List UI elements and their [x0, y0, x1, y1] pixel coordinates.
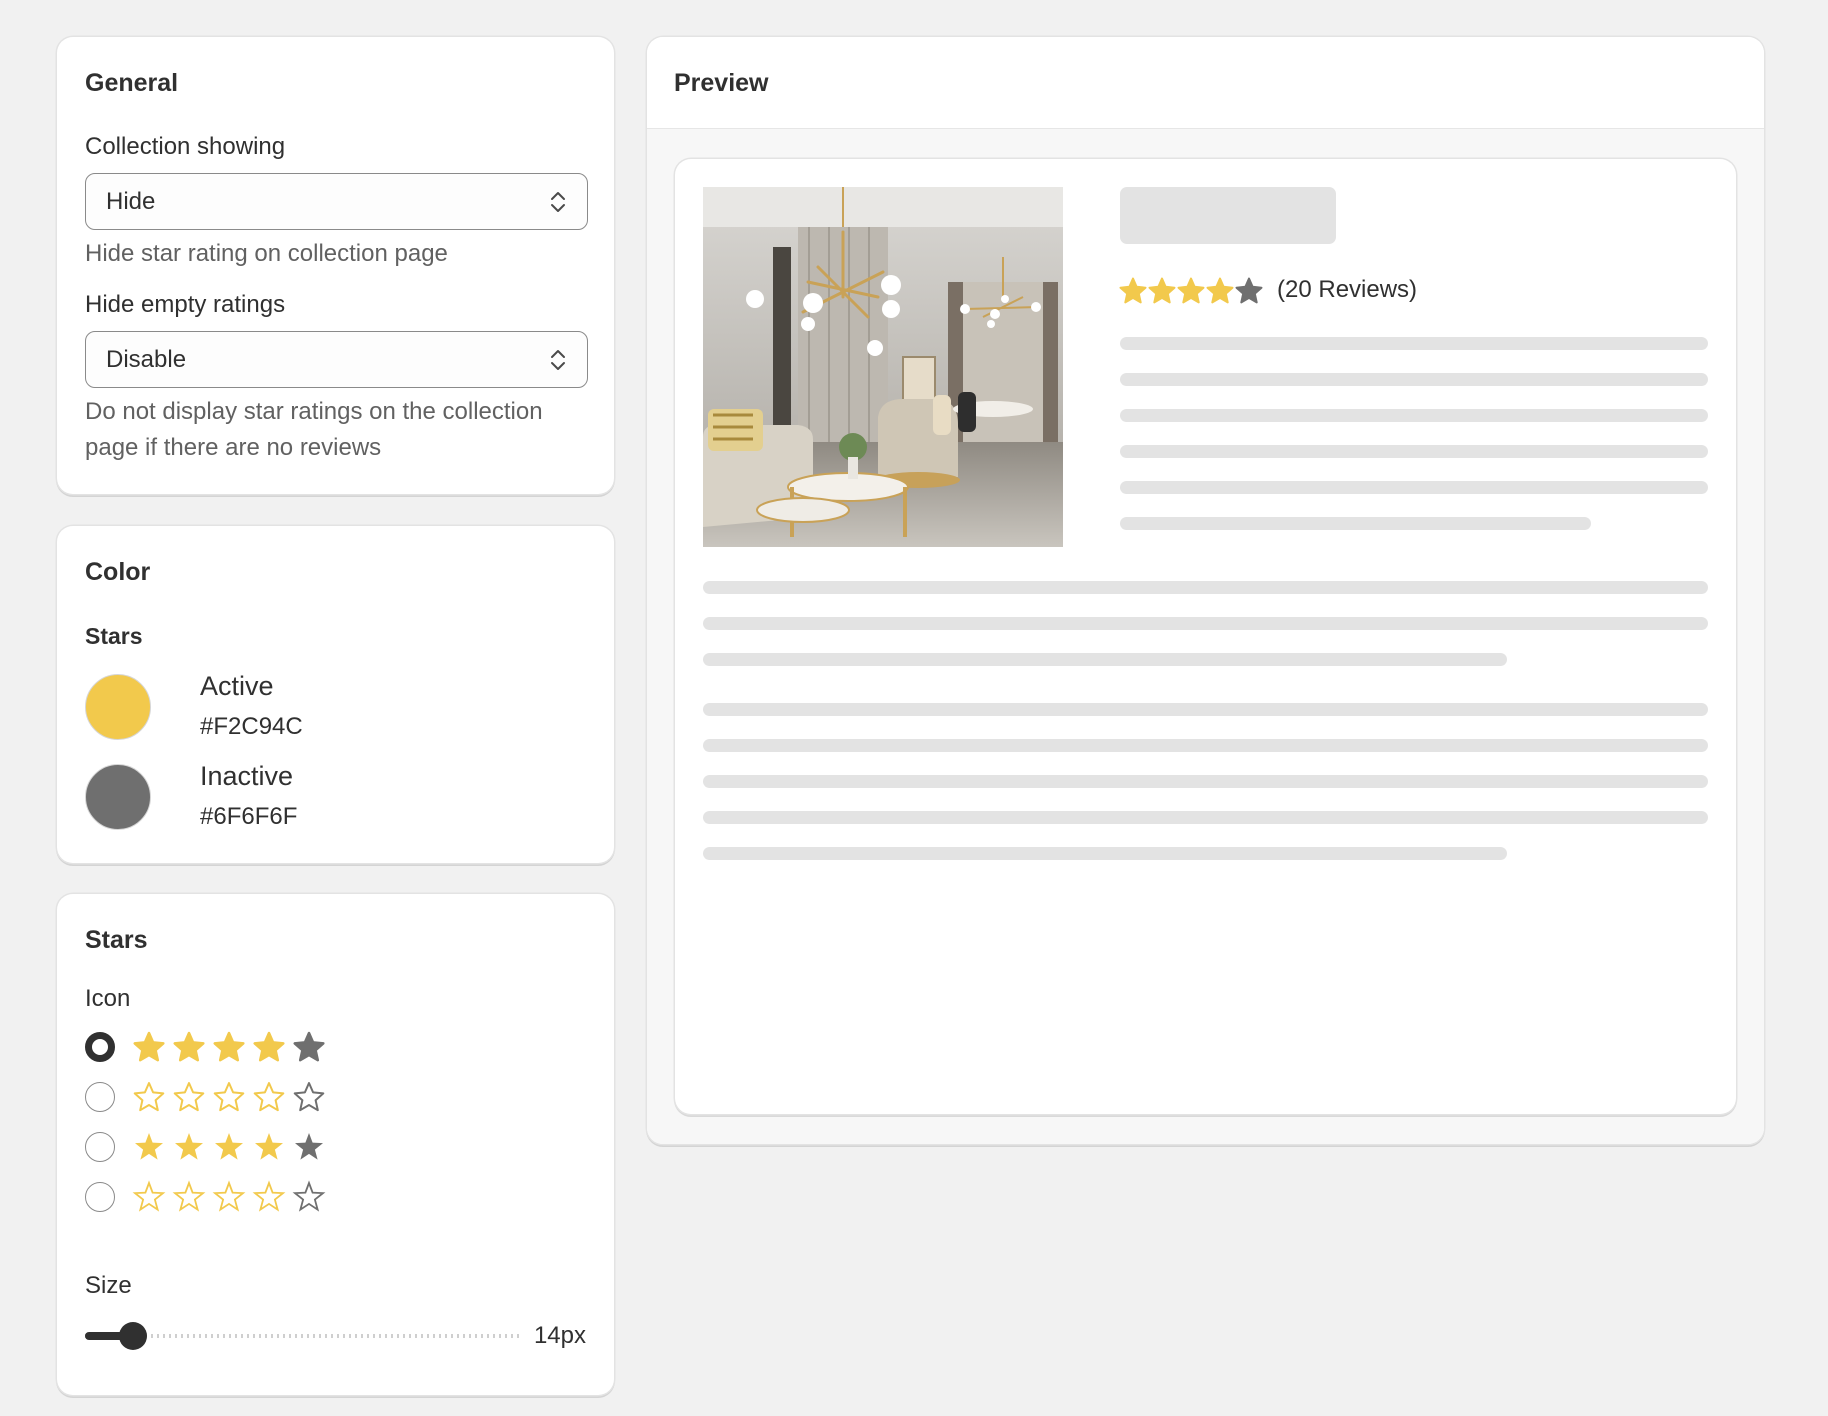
color-stars-label: Stars — [85, 623, 143, 649]
text-placeholder — [703, 775, 1708, 788]
preview-product-card: (20 Reviews) — [675, 159, 1736, 1114]
stars-card: Stars Icon Size 14px — [57, 894, 614, 1395]
radio-button[interactable] — [85, 1182, 115, 1212]
preview-rating-stars — [1119, 277, 1263, 304]
star-outline-icon — [212, 1180, 246, 1212]
text-placeholder — [703, 739, 1708, 752]
select-chevron-icon — [551, 192, 565, 212]
size-slider[interactable] — [85, 1321, 521, 1351]
star-icon — [1177, 277, 1205, 304]
color-card: Color Stars Active #F2C94C Inactive #6F6… — [57, 526, 614, 863]
size-value: 14px — [533, 1322, 586, 1349]
star-icon — [253, 1031, 285, 1062]
text-placeholder — [1120, 481, 1708, 494]
star-outline-icon — [173, 1082, 205, 1112]
text-placeholder — [703, 811, 1708, 824]
icon-option-rounded-outline[interactable] — [85, 1080, 365, 1116]
star-outline-icon — [252, 1180, 286, 1212]
preview-card: Preview (20 Reviews) — [647, 37, 1764, 1144]
preview-body: (20 Reviews) — [647, 129, 1764, 1144]
star-icons-sharp-filled — [135, 1133, 323, 1160]
inactive-color-hex: #6F6F6F — [200, 803, 298, 830]
hide-empty-ratings-select[interactable]: Disable — [85, 331, 588, 388]
star-icon — [1235, 277, 1263, 304]
preview-title: Preview — [674, 69, 769, 97]
preview-reviews-count: (20 Reviews) — [1277, 276, 1418, 303]
radio-button[interactable] — [85, 1082, 115, 1112]
icon-option-rounded-filled[interactable] — [85, 1030, 365, 1066]
text-placeholder — [703, 653, 1507, 666]
radio-button[interactable] — [85, 1032, 115, 1062]
active-color-name: Active — [200, 671, 274, 701]
star-icons-rounded-outline — [133, 1082, 325, 1112]
general-card: General Collection showing Hide Hide sta… — [57, 37, 614, 494]
star-icons-sharp-outline — [132, 1180, 326, 1212]
star-icon — [175, 1133, 203, 1160]
star-icon — [295, 1133, 323, 1160]
size-label: Size — [85, 1272, 132, 1299]
collection-showing-value: Hide — [106, 188, 156, 215]
star-icon — [213, 1031, 245, 1062]
text-placeholder — [703, 847, 1507, 860]
text-placeholder — [703, 703, 1708, 716]
star-outline-icon — [292, 1180, 326, 1212]
product-image — [703, 187, 1063, 547]
icon-label: Icon — [85, 985, 131, 1012]
select-chevron-icon — [551, 350, 565, 370]
star-outline-icon — [293, 1082, 325, 1112]
star-outline-icon — [133, 1082, 165, 1112]
star-icon — [215, 1133, 243, 1160]
slider-thumb[interactable] — [118, 1322, 147, 1350]
star-icon — [255, 1133, 283, 1160]
title-placeholder — [1120, 187, 1336, 244]
hide-empty-ratings-label: Hide empty ratings — [85, 291, 286, 318]
icon-option-sharp-filled[interactable] — [85, 1130, 365, 1166]
icon-option-sharp-outline[interactable] — [85, 1180, 365, 1216]
slider-track — [85, 1334, 521, 1338]
text-placeholder — [1120, 517, 1591, 530]
text-placeholder — [1120, 409, 1708, 422]
stars-title: Stars — [85, 926, 148, 954]
star-outline-icon — [253, 1082, 285, 1112]
collection-showing-select[interactable]: Hide — [85, 173, 588, 230]
star-icon — [135, 1133, 163, 1160]
text-placeholder — [703, 581, 1708, 594]
hide-empty-ratings-help: Do not display star ratings on the colle… — [85, 398, 543, 461]
text-placeholder — [1120, 337, 1708, 350]
color-title: Color — [85, 558, 151, 586]
star-icon — [133, 1031, 165, 1062]
star-outline-icon — [132, 1180, 166, 1212]
text-placeholder — [703, 617, 1708, 630]
active-color-swatch[interactable] — [85, 674, 151, 740]
star-icon — [1119, 277, 1147, 304]
star-outline-icon — [213, 1082, 245, 1112]
star-icon — [173, 1031, 205, 1062]
radio-button[interactable] — [85, 1132, 115, 1162]
collection-showing-help: Hide star rating on collection page — [85, 240, 448, 267]
star-icon — [1206, 277, 1234, 304]
star-icon — [293, 1031, 325, 1062]
hide-empty-ratings-value: Disable — [106, 346, 187, 373]
inactive-color-name: Inactive — [200, 761, 294, 791]
text-placeholder — [1120, 445, 1708, 458]
inactive-color-swatch[interactable] — [85, 764, 151, 830]
general-title: General — [85, 69, 179, 97]
active-color-hex: #F2C94C — [200, 713, 303, 740]
text-placeholder — [1120, 373, 1708, 386]
star-icon — [1148, 277, 1176, 304]
star-icons-rounded-filled — [133, 1031, 325, 1062]
star-outline-icon — [172, 1180, 206, 1212]
collection-showing-label: Collection showing — [85, 133, 286, 160]
preview-header: Preview — [647, 37, 1764, 129]
